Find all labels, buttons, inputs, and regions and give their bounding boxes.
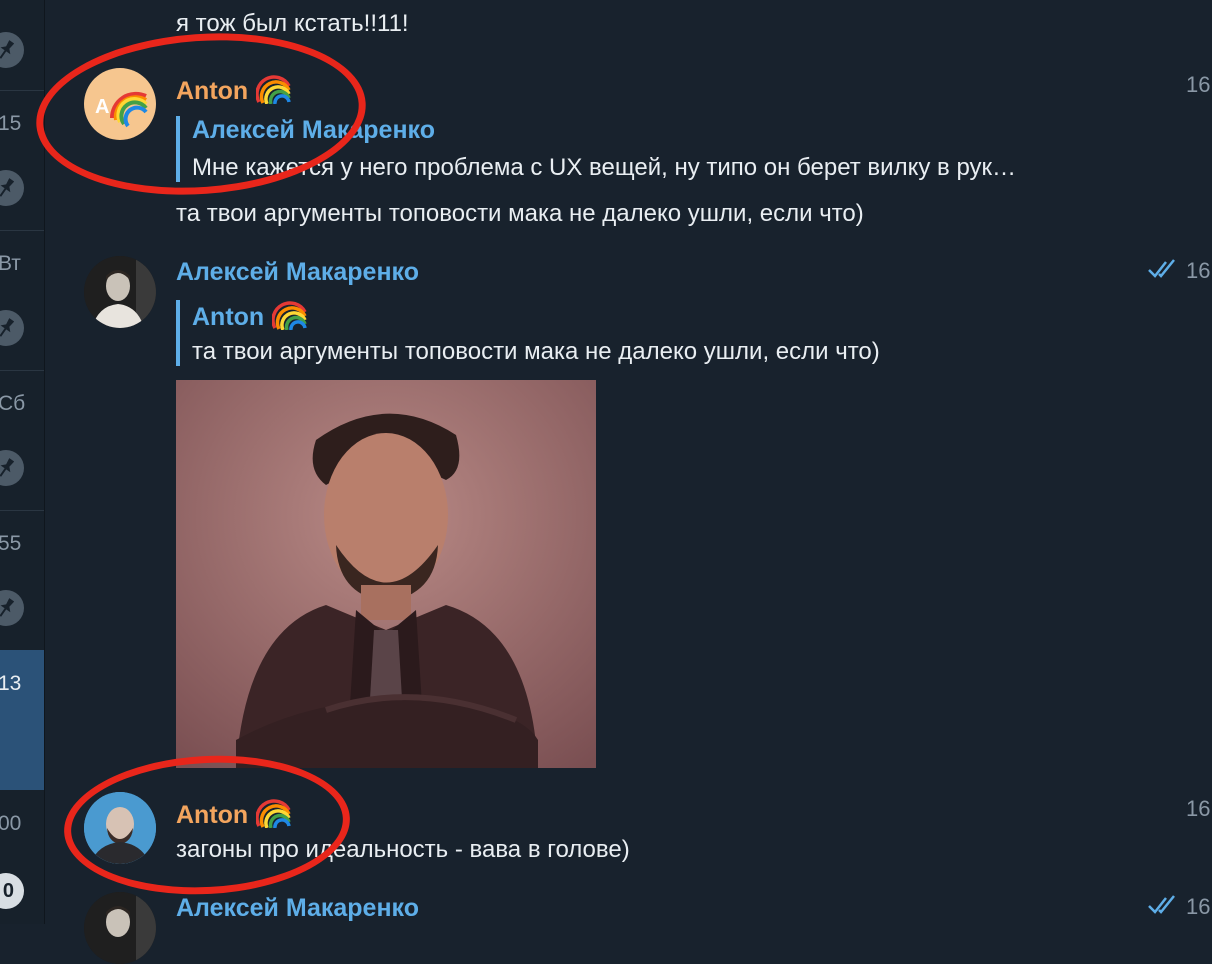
- chat-time: 13: [0, 672, 22, 695]
- rainbow-emoji-icon: [255, 798, 292, 835]
- reply-sender: Anton: [192, 300, 880, 338]
- sender-name-label: Алексей Макаренко: [176, 894, 419, 922]
- chat-list-item[interactable]: Вт: [0, 230, 44, 371]
- reply-quote[interactable]: Алексей Макаренко Мне кажется у него про…: [176, 116, 1016, 182]
- pin-icon: [0, 450, 24, 486]
- sender-name[interactable]: Алексей Макаренко: [176, 894, 419, 923]
- sender-name-label: Алексей Макаренко: [176, 258, 419, 286]
- chat-list-item[interactable]: Сб: [0, 370, 44, 511]
- chat-list-item[interactable]: [0, 0, 44, 91]
- message-photo[interactable]: [176, 380, 596, 768]
- avatar[interactable]: [84, 792, 156, 864]
- message-time: 16: [1186, 258, 1211, 283]
- rainbow-emoji-icon: [255, 74, 292, 111]
- reply-text: та твои аргументы топовости мака не дале…: [192, 338, 880, 365]
- pin-icon: [0, 590, 24, 626]
- message-time: 16: [1186, 72, 1211, 97]
- chat-list-sidebar: 15 Вт Сб 55 13 00 0: [0, 0, 45, 924]
- pin-icon: [0, 310, 24, 346]
- reply-text: Мне кажется у него проблема с UX вещей, …: [192, 154, 1017, 181]
- chat-list-item[interactable]: 55: [0, 510, 44, 651]
- reply-sender: Алексей Макаренко: [192, 116, 435, 144]
- double-check-icon: [1148, 258, 1178, 285]
- sender-name[interactable]: Anton: [176, 798, 292, 835]
- reply-quote[interactable]: Anton та твои аргументы топовости мака н…: [176, 300, 880, 366]
- message-text: я тож был кстать!!11!: [176, 10, 409, 37]
- chat-time: 55: [0, 532, 22, 555]
- chat-time: 00: [0, 812, 22, 835]
- sender-name[interactable]: Алексей Макаренко: [176, 258, 419, 287]
- chat-time: Вт: [0, 252, 21, 275]
- avatar[interactable]: [84, 892, 156, 964]
- sender-name-label: Anton: [176, 77, 249, 106]
- sender-name[interactable]: Anton: [176, 74, 292, 111]
- chat-list-item-active[interactable]: 13: [0, 650, 44, 790]
- message-list[interactable]: я тож был кстать!!11! A Anton 16 Алексей…: [30, 0, 1212, 964]
- sender-name-label: Anton: [176, 801, 249, 830]
- chat-list-item[interactable]: 15: [0, 90, 44, 231]
- avatar[interactable]: A: [84, 68, 156, 140]
- message-text: загоны про идеальность - вава в голове): [176, 836, 630, 863]
- double-check-icon: [1148, 894, 1178, 921]
- message-time: 16: [1186, 894, 1211, 919]
- chat-time: 15: [0, 112, 22, 135]
- pin-icon: [0, 32, 24, 68]
- rainbow-emoji-icon: [271, 300, 308, 337]
- reply-sender-label: Anton: [192, 303, 265, 332]
- chat-time: Сб: [0, 392, 26, 415]
- avatar-initial: A: [95, 96, 109, 118]
- message-text: та твои аргументы топовости мака не дале…: [176, 200, 864, 227]
- pin-icon: [0, 170, 24, 206]
- avatar[interactable]: [84, 256, 156, 328]
- message-time: 16: [1186, 796, 1211, 821]
